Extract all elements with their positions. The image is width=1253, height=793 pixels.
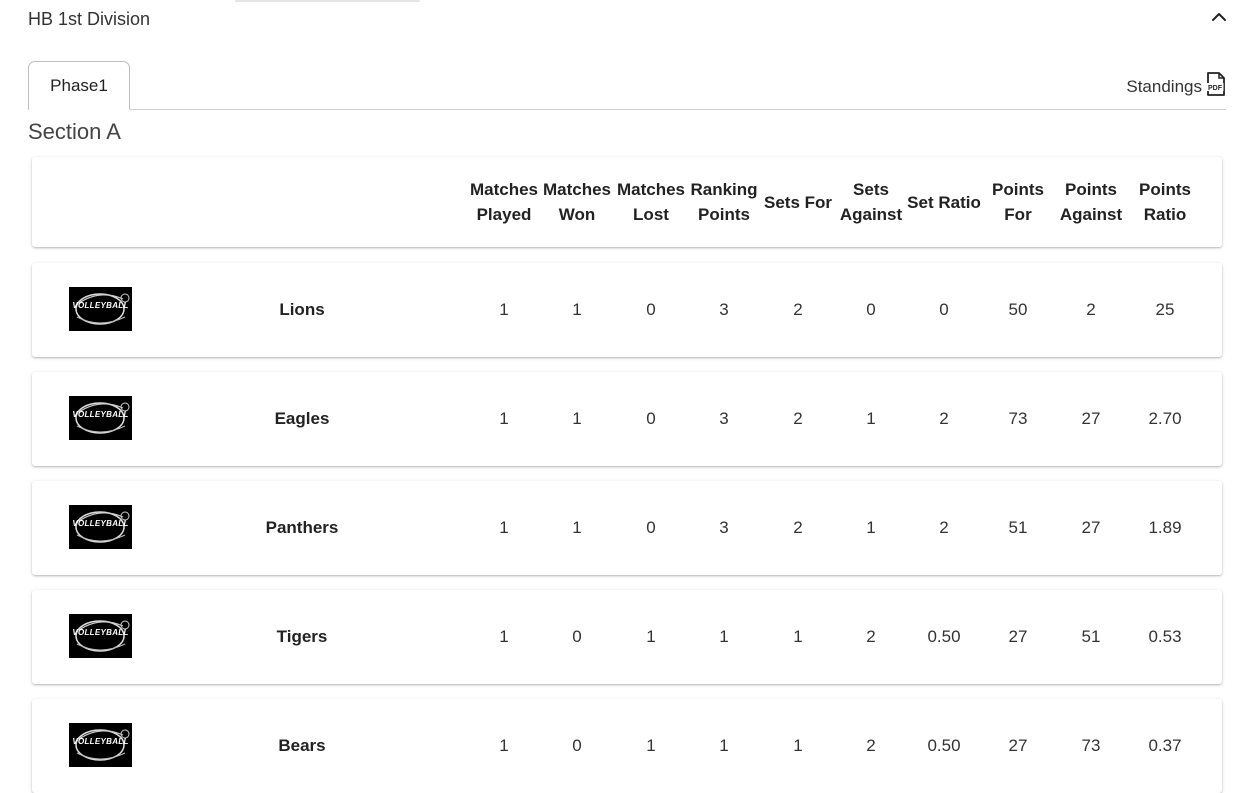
tab-label: Phase1 xyxy=(50,75,108,95)
table-cell: 3 xyxy=(719,518,729,537)
table-row[interactable]: VOLLEYBALL Eagles 1 1 0 3 2 1 2 73 27 2.70 xyxy=(32,372,1222,466)
logo-text: VOLLEYBALL xyxy=(72,301,129,310)
table-row[interactable]: VOLLEYBALL Tigers 1 0 1 1 1 2 0.50 27 51 0.53 xyxy=(32,590,1222,684)
table-cell: 1 xyxy=(572,409,582,428)
team-name: Tigers xyxy=(276,627,328,646)
table-row[interactable]: VOLLEYBALL Lions 1 1 0 3 2 0 0 50 2 25 xyxy=(32,263,1222,357)
table-cell: 25 xyxy=(1155,300,1175,319)
phase-tabs: Phase1 Standings PDF xyxy=(28,61,1226,110)
column-header: Sets Against xyxy=(839,180,903,224)
table-cell: 0 xyxy=(646,409,656,428)
division-title: HB 1st Division xyxy=(28,9,151,29)
team-name: Panthers xyxy=(265,518,339,537)
table-cell: 1 xyxy=(572,518,582,537)
table-cell: 2 xyxy=(939,518,949,537)
table-cell: 2 xyxy=(1086,300,1096,319)
table-cell: 2 xyxy=(866,627,876,646)
table-cell: 1 xyxy=(499,518,509,537)
table-cell: 0 xyxy=(646,300,656,319)
table-cell: 1 xyxy=(793,736,803,755)
table-cell: 73 xyxy=(1008,409,1028,428)
top-divider xyxy=(235,0,420,2)
table-cell: 2 xyxy=(793,518,803,537)
table-cell: 1 xyxy=(499,627,509,646)
column-header: Matches Lost xyxy=(616,180,686,224)
table-cell: 1 xyxy=(646,736,656,755)
table-cell: 2 xyxy=(939,409,949,428)
table-cell: 1.89 xyxy=(1148,518,1182,537)
table-cell: 0.37 xyxy=(1148,736,1182,755)
standings-label: Standings xyxy=(1126,76,1202,96)
column-header: Sets For xyxy=(763,192,833,212)
table-cell: 2.70 xyxy=(1148,409,1182,428)
team-name: Lions xyxy=(279,300,325,319)
logo-text: VOLLEYBALL xyxy=(72,628,129,637)
table-cell: 2 xyxy=(866,736,876,755)
logo-text: VOLLEYBALL xyxy=(72,737,129,746)
column-header: Ranking Points xyxy=(690,180,758,224)
standings-table-header: Matches Played Matches Won Matches Lost Ran… xyxy=(32,157,1222,247)
table-cell: 1 xyxy=(793,627,803,646)
column-header: Matches Played xyxy=(469,180,539,224)
table-cell: 1 xyxy=(499,736,509,755)
table-cell: 51 xyxy=(1081,627,1101,646)
table-cell: 0.50 xyxy=(927,736,961,755)
standings-pdf-link[interactable]: Standings PDF xyxy=(1126,72,1226,101)
table-cell: 1 xyxy=(646,627,656,646)
table-cell: 0 xyxy=(866,300,876,319)
table-cell: 51 xyxy=(1008,518,1028,537)
table-cell: 27 xyxy=(1081,518,1101,537)
table-cell: 3 xyxy=(719,300,729,319)
tab-phase1[interactable]: Phase1 xyxy=(28,61,130,110)
table-cell: 50 xyxy=(1008,300,1028,319)
team-logo: VOLLEYBALL xyxy=(69,396,132,440)
column-header: Points Ratio xyxy=(1139,180,1191,224)
table-cell: 2 xyxy=(793,409,803,428)
table-cell: 1 xyxy=(719,736,729,755)
table-cell: 1 xyxy=(866,518,876,537)
column-header: Set Ratio xyxy=(907,192,981,212)
table-cell: 0.53 xyxy=(1148,627,1182,646)
table-cell: 0 xyxy=(646,518,656,537)
logo-text: VOLLEYBALL xyxy=(72,410,129,419)
table-cell: 1 xyxy=(719,627,729,646)
column-header: Points For xyxy=(992,180,1044,224)
table-cell: 27 xyxy=(1081,409,1101,428)
table-cell: 73 xyxy=(1081,736,1101,755)
team-logo: VOLLEYBALL xyxy=(69,723,132,767)
team-logo: VOLLEYBALL xyxy=(69,287,132,331)
column-header: Points Against xyxy=(1059,180,1123,224)
table-cell: 1 xyxy=(499,409,509,428)
table-cell: 1 xyxy=(572,300,582,319)
table-row[interactable]: VOLLEYBALL Bears 1 0 1 1 1 2 0.50 27 73 0.37 xyxy=(32,699,1222,793)
pdf-icon: PDF xyxy=(1206,72,1226,101)
table-cell: 0 xyxy=(572,627,582,646)
table-cell: 27 xyxy=(1008,627,1028,646)
chevron-up-icon[interactable] xyxy=(1210,8,1228,26)
section-title: Section A xyxy=(28,119,121,144)
table-cell: 1 xyxy=(866,409,876,428)
team-name: Bears xyxy=(278,736,326,755)
team-name: Eagles xyxy=(274,409,330,428)
logo-text: VOLLEYBALL xyxy=(72,519,129,528)
table-cell: 2 xyxy=(793,300,803,319)
svg-text:PDF: PDF xyxy=(1208,85,1223,92)
table-row[interactable]: VOLLEYBALL Panthers 1 1 0 3 2 1 2 51 27 1.89 xyxy=(32,481,1222,575)
team-logo: VOLLEYBALL xyxy=(69,614,132,658)
division-header[interactable]: HB 1st Division xyxy=(28,8,1228,34)
table-cell: 0 xyxy=(939,300,949,319)
table-cell: 1 xyxy=(499,300,509,319)
team-logo: VOLLEYBALL xyxy=(69,505,132,549)
column-header: Matches Won xyxy=(542,180,612,224)
table-cell: 3 xyxy=(719,409,729,428)
table-cell: 0 xyxy=(572,736,582,755)
table-cell: 0.50 xyxy=(927,627,961,646)
table-cell: 27 xyxy=(1008,736,1028,755)
